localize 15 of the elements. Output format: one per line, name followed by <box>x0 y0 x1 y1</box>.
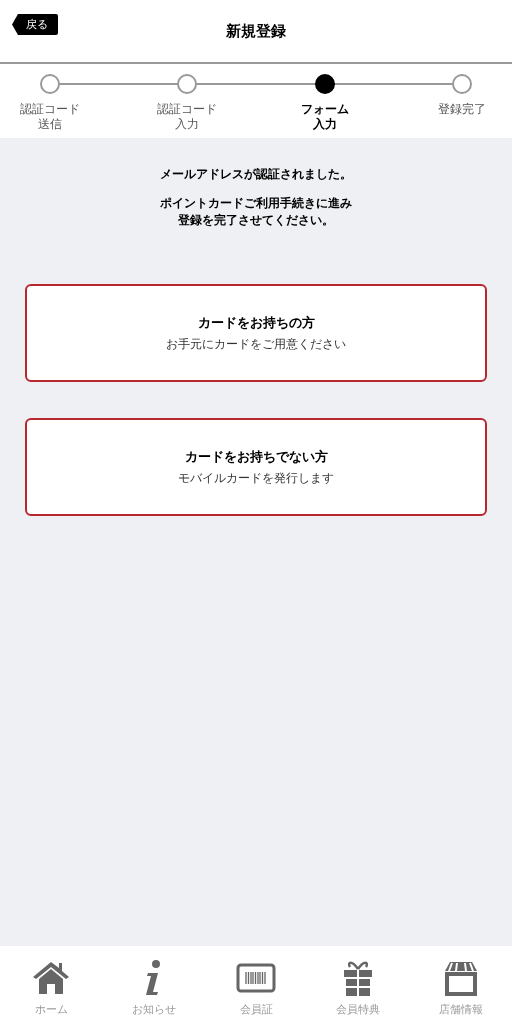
step-label: フォーム 入力 <box>300 102 349 132</box>
back-button[interactable]: 戻る <box>12 14 58 35</box>
step-label: 認証コード 送信 <box>20 102 80 132</box>
tab-label[interactable]: お知らせ <box>131 1002 176 1017</box>
tab-label[interactable]: 会員証 <box>239 1002 273 1017</box>
page-title: 新規登録 <box>226 21 286 41</box>
info-message: ポイントカードご利用手続きに進み 登録を完了させてください。 <box>160 194 352 229</box>
option-button[interactable]: カードをお持ちの方 お手元にカードをご用意ください <box>25 284 487 383</box>
tab-label[interactable]: 会員特典 <box>336 1002 381 1017</box>
option-button[interactable]: カードをお持ちでない方 モバイルカードを発行します <box>25 418 487 517</box>
tab-label[interactable]: ホーム <box>34 1002 68 1017</box>
step-label: 認証コード 入力 <box>157 102 218 132</box>
tab-label[interactable]: 店舗情報 <box>438 1002 483 1017</box>
info-message: メールアドレスが認証されました。 <box>160 166 352 183</box>
step-label: 登録完了 <box>438 102 486 117</box>
